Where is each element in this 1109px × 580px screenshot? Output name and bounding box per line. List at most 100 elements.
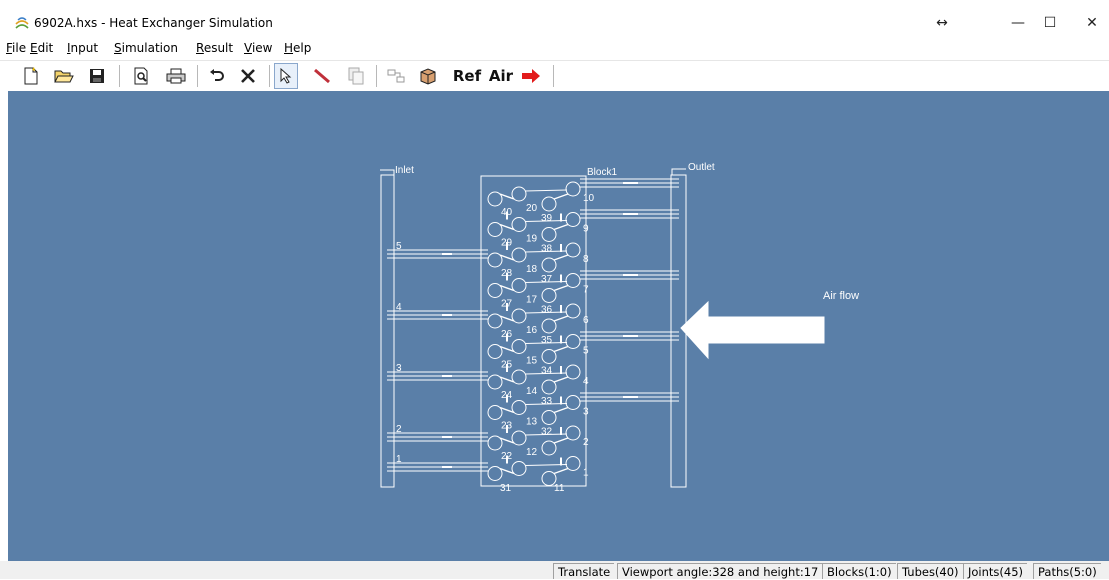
inlet-circuit-number: 1 — [396, 454, 402, 465]
status-tubes: Tubes(40) — [897, 563, 963, 579]
tube-number: 15 — [526, 356, 538, 367]
tube-circle — [541, 379, 557, 395]
undo-icon[interactable] — [206, 63, 228, 89]
inlet-circuit-number: 4 — [396, 302, 402, 313]
status-blocks: Blocks(1:0) — [822, 563, 896, 579]
tube-circle — [487, 374, 503, 390]
simulation-canvas[interactable]: Inlet Outlet Block1 Air flow 5 4 3 2 1 10 9 8 7 6… — [8, 91, 1109, 561]
toolbar-separator — [269, 65, 270, 87]
copy-icon[interactable] — [344, 63, 368, 89]
status-joints: Joints(45) — [963, 563, 1028, 579]
tube-circle — [511, 278, 527, 293]
tube-number: 18 — [526, 264, 538, 275]
tube-circle — [511, 308, 527, 324]
tube-number: 8 — [583, 254, 589, 265]
save-disk-icon[interactable] — [86, 63, 108, 89]
air-button[interactable]: Air — [486, 63, 516, 89]
tube-circle — [565, 181, 581, 197]
menu-view[interactable]: View — [244, 41, 272, 55]
close-button[interactable]: ✕ — [1072, 8, 1109, 38]
status-mode: Translate — [553, 563, 615, 579]
maximize-button[interactable]: ☐ — [1030, 8, 1070, 38]
tube-number: 38 — [541, 244, 553, 255]
block-icon[interactable] — [416, 63, 440, 89]
tube-circle — [487, 252, 503, 268]
tube-number: 3 — [583, 407, 589, 418]
menu-result[interactable]: Result — [196, 41, 233, 55]
tube-circle — [565, 456, 581, 471]
status-viewport: Viewport angle:328 and height:17 — [617, 563, 823, 579]
heat-exchanger-diagram: Inlet Outlet Block1 Air flow 54321109876… — [380, 162, 859, 494]
tube-circle — [565, 364, 581, 380]
delete-x-icon[interactable] — [236, 63, 260, 89]
tube-number: 16 — [526, 325, 538, 336]
tube-number: 33 — [541, 396, 553, 407]
tube-number: 6 — [583, 315, 589, 326]
tube-circle — [487, 466, 503, 481]
menu-simulation[interactable]: Simulation — [114, 41, 178, 55]
tube-circle — [511, 217, 527, 232]
tube-circle — [487, 405, 503, 420]
inlet-header — [380, 174, 395, 488]
menu-bar: File Edit Input Simulation Result View H… — [0, 41, 1109, 59]
tube-circle — [541, 196, 557, 212]
inlet-label: Inlet — [395, 165, 414, 176]
status-bar: Translate Viewport angle:328 and height:… — [0, 561, 1109, 579]
tube-number: 9 — [583, 224, 589, 235]
tube-number: 5 — [583, 346, 589, 357]
ref-button[interactable]: Ref — [450, 63, 484, 89]
tube-circle — [565, 242, 581, 258]
tube-number: 13 — [526, 417, 538, 428]
u-bend — [553, 223, 569, 231]
open-folder-icon[interactable] — [52, 63, 76, 89]
inlet-circuit-number: 3 — [396, 363, 402, 374]
tube-circle — [565, 273, 581, 288]
tube-number: 17 — [526, 295, 538, 306]
red-arrow-icon[interactable] — [518, 63, 544, 89]
tube-circle — [487, 222, 503, 237]
resize-icon[interactable]: ↔ — [922, 8, 962, 38]
printer-icon[interactable] — [164, 63, 188, 89]
tube-number: 2 — [583, 437, 589, 448]
tube-link — [524, 189, 568, 192]
draw-tube-icon[interactable] — [310, 63, 334, 89]
tube-circle — [541, 227, 557, 242]
toolbar-separator — [119, 65, 120, 87]
new-file-icon[interactable] — [20, 63, 42, 89]
connect-icon[interactable] — [384, 63, 408, 89]
toolbar-separator — [376, 65, 377, 87]
app-icon — [15, 17, 29, 29]
menu-edit[interactable]: Edit — [30, 41, 53, 55]
u-bend — [553, 437, 569, 444]
tube-circle — [565, 334, 581, 349]
tube-number: 25 — [501, 360, 513, 371]
tube-number: 34 — [541, 366, 553, 377]
tube-circle — [541, 257, 557, 273]
u-bend — [553, 254, 569, 261]
tube-number: 28 — [501, 268, 513, 279]
inlet-circuit-number: 2 — [396, 424, 402, 435]
tube-circle — [565, 425, 581, 441]
tube-number: 27 — [501, 299, 513, 310]
select-arrow-icon[interactable] — [274, 63, 298, 89]
tube-circle — [565, 212, 581, 227]
block-label: Block1 — [587, 167, 617, 178]
tube-number: 4 — [583, 376, 589, 387]
menu-input[interactable]: Input — [67, 41, 98, 55]
menu-file[interactable]: File — [6, 41, 26, 55]
tube-circle — [541, 288, 557, 303]
tube-number: 31 — [500, 483, 512, 494]
inlet-circuit-number: 5 — [396, 241, 402, 252]
tube-circle — [511, 247, 527, 263]
print-preview-icon[interactable] — [130, 63, 152, 89]
tube-circle — [541, 440, 557, 456]
toolbar: Ref Air — [0, 60, 1109, 92]
tube-circle — [511, 339, 527, 354]
tube-number: 24 — [501, 390, 513, 401]
u-bend — [553, 315, 569, 322]
tube-number: 29 — [501, 238, 513, 249]
toolbar-separator — [197, 65, 198, 87]
tube-circle — [541, 349, 557, 364]
menu-help[interactable]: Help — [284, 41, 311, 55]
air-flow-arrow-icon — [680, 300, 825, 360]
